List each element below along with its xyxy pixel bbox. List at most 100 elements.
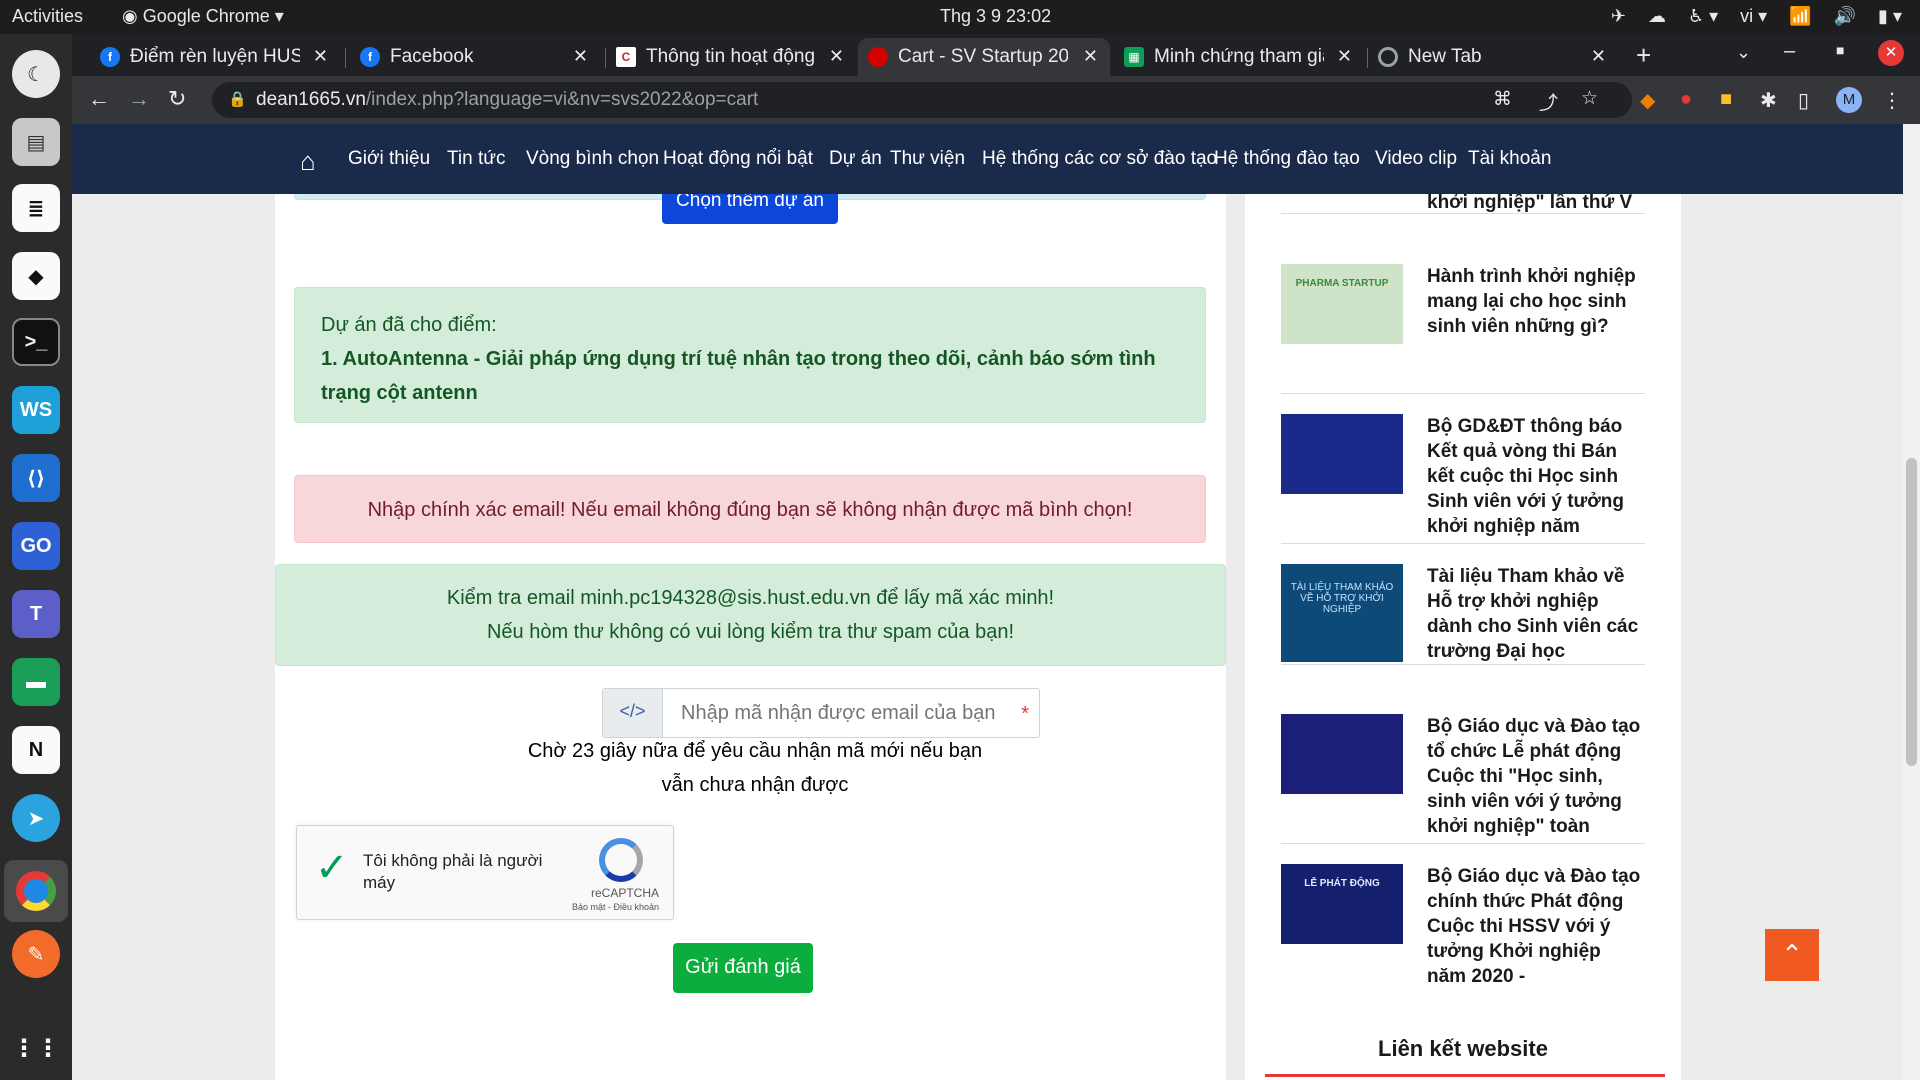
postman-icon[interactable]: ✎ <box>12 930 60 978</box>
recaptcha-widget[interactable]: ✓ Tôi không phải là người máy reCAPTCHA … <box>296 825 674 920</box>
metamask-extension-icon[interactable]: ◆ <box>1640 88 1655 113</box>
telegram-icon[interactable]: ➤ <box>12 794 60 842</box>
nav-tai-khoan[interactable]: Tài khoản <box>1468 148 1551 170</box>
news-title[interactable]: Hành trình khởi nghiệp mang lại cho học … <box>1427 264 1645 339</box>
nav-thu-vien[interactable]: Thư viện <box>890 148 965 170</box>
news-title[interactable]: Bộ GD&ĐT thông báo Kết quả vòng thi Bán … <box>1427 414 1645 539</box>
news-item[interactable]: LỄ PHÁT ĐỘNG Bộ Giáo dục và Đào tạo chín… <box>1281 864 1645 987</box>
news-item[interactable]: Bộ Giáo dục và Đào tạo tổ chức Lễ phát đ… <box>1281 714 1645 844</box>
resend-wait-line-2: vẫn chưa nhận được <box>661 774 849 796</box>
nav-du-an[interactable]: Dự án <box>829 148 882 170</box>
news-item[interactable]: PHARMA STARTUP Hành trình khởi nghiệp ma… <box>1281 264 1645 394</box>
vscode-icon[interactable]: ⟨⟩ <box>12 454 60 502</box>
news-thumbnail[interactable] <box>1281 414 1403 494</box>
system-tray[interactable]: ✈ ☁ ♿ ▾ vi ▾ 📶 🔊 ▮ ▾ <box>1611 6 1902 27</box>
chat-icon[interactable]: ▬ <box>12 658 60 706</box>
nav-hoat-dong-noi-bat[interactable]: Hoạt động nổi bật <box>663 148 813 170</box>
extension-icon[interactable]: ● <box>1680 88 1692 111</box>
tab-search-chevron-icon[interactable]: ⌄ <box>1736 42 1751 63</box>
reload-icon[interactable]: ↻ <box>168 86 186 112</box>
forward-icon[interactable]: → <box>128 86 150 112</box>
close-tab-icon[interactable]: ✕ <box>829 46 844 67</box>
show-apps-icon[interactable]: ⋮⋮ <box>12 1024 60 1072</box>
terminal-icon[interactable]: >_ <box>12 318 60 366</box>
close-tab-icon[interactable]: ✕ <box>573 46 588 67</box>
news-item[interactable]: TÀI LIỆU THAM KHẢO VỀ HỖ TRỢ KHỞI NGHIỆP… <box>1281 564 1645 664</box>
home-icon[interactable]: ⌂ <box>300 146 316 177</box>
minimize-window-icon[interactable]: – <box>1784 40 1795 63</box>
tab-new-tab[interactable]: New Tab ✕ <box>1368 38 1618 76</box>
wifi-icon[interactable]: 📶 <box>1789 6 1811 27</box>
back-to-top-button[interactable]: ⌃ <box>1765 929 1819 981</box>
side-panel-icon[interactable]: ▯ <box>1798 88 1809 113</box>
news-title[interactable]: Bộ Giáo dục và Đào tạo chính thức Phát đ… <box>1427 864 1645 989</box>
battery-icon[interactable]: ▮ ▾ <box>1878 6 1902 27</box>
maximize-window-icon[interactable]: ■ <box>1836 42 1844 58</box>
nav-tin-tuc[interactable]: Tin tức <box>447 148 505 170</box>
nav-he-thong-dao-tao[interactable]: Hệ thống đào tạo <box>1214 148 1360 170</box>
clock[interactable]: Thg 3 9 23:02 <box>940 6 1051 27</box>
tab-facebook[interactable]: f Facebook ✕ <box>350 38 600 76</box>
submit-review-button[interactable]: Gửi đánh giá <box>673 943 813 993</box>
close-tab-icon[interactable]: ✕ <box>1083 46 1098 67</box>
news-item[interactable]: Bộ GD&ĐT thông báo Kết quả vòng thi Bán … <box>1281 414 1645 544</box>
required-asterisk: * <box>1021 703 1029 725</box>
checkmark-icon[interactable]: ✓ <box>315 848 349 888</box>
chrome-menu-icon[interactable]: ⋮ <box>1882 88 1902 113</box>
cloud-tray-icon[interactable]: ☁ <box>1648 6 1666 27</box>
tab-title: Thông tin hoạt động <box>646 46 816 67</box>
translate-icon[interactable]: ⌘ <box>1493 88 1512 111</box>
news-thumbnail[interactable]: TÀI LIỆU THAM KHẢO VỀ HỖ TRỢ KHỞI NGHIỆP <box>1281 564 1403 662</box>
tab-thong-tin-hoat-dong[interactable]: C Thông tin hoạt động ✕ <box>606 38 856 76</box>
chrome-icon[interactable] <box>4 860 68 922</box>
webstorm-icon[interactable]: WS <box>12 386 60 434</box>
close-tab-icon[interactable]: ✕ <box>1337 46 1352 67</box>
app-menu[interactable]: ◉ Google Chrome ▾ <box>122 6 284 27</box>
page-scrollbar[interactable] <box>1903 124 1920 1080</box>
teams-icon[interactable]: T <box>12 590 60 638</box>
activities-button[interactable]: Activities <box>12 6 83 27</box>
scored-project-item[interactable]: 1. AutoAntenna - Giải pháp ứng dụng trí … <box>321 342 1179 410</box>
bookmark-star-icon[interactable]: ☆ <box>1581 87 1598 110</box>
nav-video-clip[interactable]: Video clip <box>1375 148 1457 170</box>
accessibility-icon[interactable]: ♿ ▾ <box>1688 6 1718 27</box>
text-editor-icon[interactable]: ≣ <box>12 184 60 232</box>
files-icon[interactable]: ▤ <box>12 118 60 166</box>
telegram-tray-icon[interactable]: ✈ <box>1611 6 1626 27</box>
scrollbar-thumb[interactable] <box>1906 458 1917 766</box>
lock-icon[interactable]: 🔒 <box>228 90 247 108</box>
tab-minh-chung[interactable]: ▦ Minh chứng tham gia ✕ <box>1114 38 1364 76</box>
close-tab-icon[interactable]: ✕ <box>313 46 328 67</box>
tab-cart-sv-startup[interactable]: Cart - SV Startup 2022 ✕ <box>858 38 1110 76</box>
firefox-dev-icon[interactable]: ☾ <box>12 50 60 98</box>
news-thumbnail[interactable]: PHARMA STARTUP <box>1281 264 1403 344</box>
extension-icon[interactable]: ■ <box>1720 88 1732 111</box>
nav-gioi-thieu[interactable]: Giới thiệu <box>348 148 430 170</box>
notion-icon[interactable]: N <box>12 726 60 774</box>
git-icon[interactable]: ◆ <box>12 252 60 300</box>
tab-strip: f Điểm rèn luyện HUST ✕ f Facebook ✕ C T… <box>72 34 1920 76</box>
nav-vong-binh-chon[interactable]: Vòng bình chọn <box>526 148 659 170</box>
tab-diem-ren-luyen[interactable]: f Điểm rèn luyện HUST ✕ <box>90 38 340 76</box>
share-icon[interactable]: ⤴ <box>1539 88 1558 115</box>
recaptcha-privacy-terms-links[interactable]: Bảo mật - Điều khoản <box>572 902 659 912</box>
nav-he-thong-co-so-dao-tao[interactable]: Hệ thống các cơ sở đào tạo <box>982 148 1217 170</box>
dock: ☾ ▤ ≣ ◆ >_ WS ⟨⟩ GO T ▬ N ➤ ✎ ⋮⋮ <box>0 34 72 1080</box>
new-tab-plus-icon[interactable]: + <box>1636 40 1651 71</box>
news-thumbnail[interactable] <box>1281 714 1403 794</box>
language-indicator[interactable]: vi ▾ <box>1740 6 1767 27</box>
address-bar[interactable]: 🔒 dean1665.vn/index.php?language=vi&nv=s… <box>212 82 1632 118</box>
news-title-partial[interactable]: khởi nghiệp" lần thứ V <box>1427 192 1632 214</box>
close-tab-icon[interactable]: ✕ <box>1591 46 1606 67</box>
verification-code-input[interactable] <box>663 689 1003 737</box>
volume-icon[interactable]: 🔊 <box>1834 6 1856 27</box>
verification-code-field[interactable]: </> * <box>602 688 1040 738</box>
news-title[interactable]: Bộ Giáo dục và Đào tạo tổ chức Lễ phát đ… <box>1427 714 1645 839</box>
goland-icon[interactable]: GO <box>12 522 60 570</box>
back-icon[interactable]: ← <box>88 86 110 112</box>
close-window-icon[interactable]: ✕ <box>1878 40 1904 66</box>
news-title[interactable]: Tài liệu Tham khảo về Hỗ trợ khởi nghiệp… <box>1427 564 1645 664</box>
profile-avatar[interactable]: M <box>1836 87 1862 113</box>
news-thumbnail[interactable]: LỄ PHÁT ĐỘNG <box>1281 864 1403 944</box>
extensions-puzzle-icon[interactable]: ✱ <box>1760 88 1777 113</box>
